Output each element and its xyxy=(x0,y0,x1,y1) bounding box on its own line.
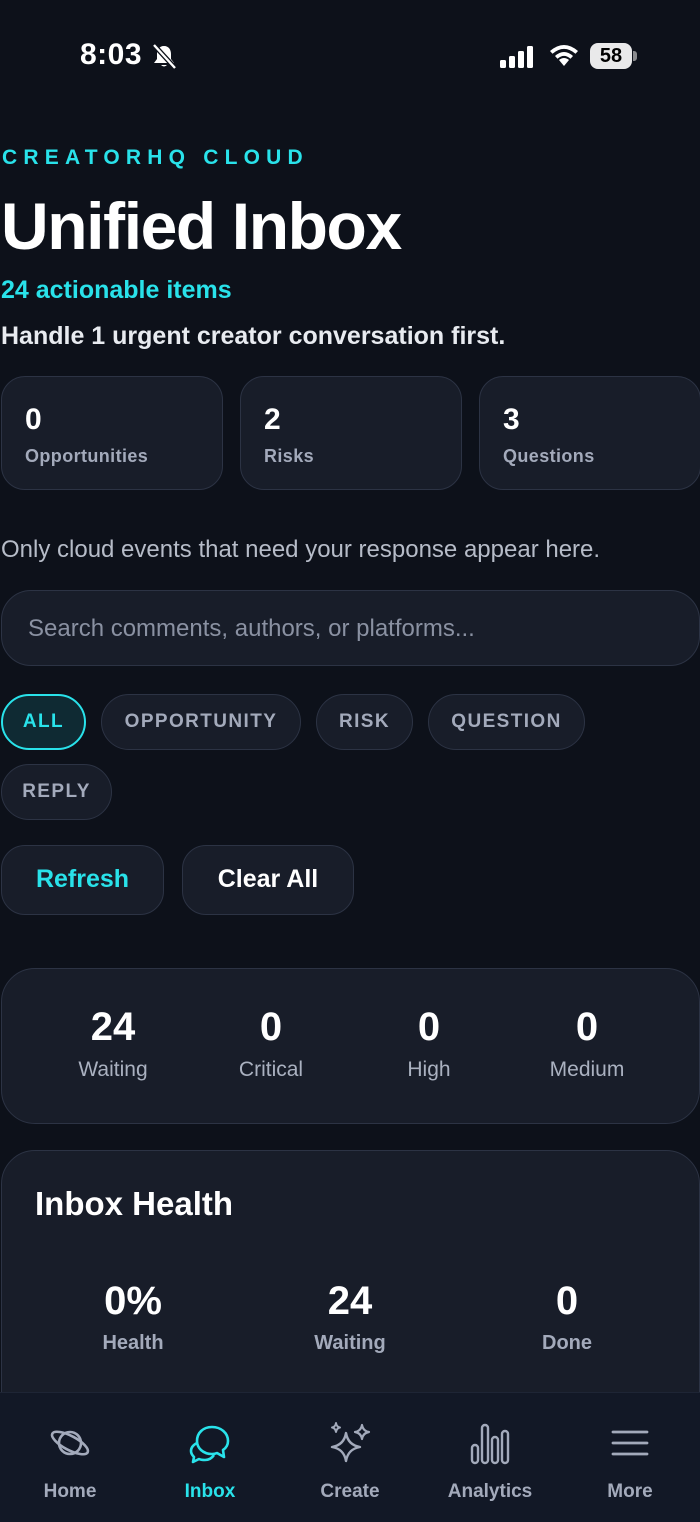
tab-analytics[interactable]: Analytics xyxy=(420,1393,560,1522)
stat-card-questions[interactable]: 3 Questions xyxy=(479,376,700,490)
search-placeholder: Search comments, authors, or platforms..… xyxy=(28,615,475,642)
health-label: Done xyxy=(542,1332,592,1354)
summary-value: 24 xyxy=(90,1005,136,1049)
tab-label: Inbox xyxy=(184,1481,236,1502)
bottom-tab-bar: Home Inbox Create Analytics More xyxy=(0,1392,700,1522)
filter-chip-risk[interactable]: RISK xyxy=(316,694,413,750)
summary-card: 24 Waiting 0 Critical 0 High 0 Medium xyxy=(1,968,700,1124)
bell-muted-icon xyxy=(152,43,177,70)
chat-bubbles-icon xyxy=(189,1425,230,1464)
actionable-count: 24 actionable items xyxy=(1,276,232,304)
battery-level: 58 xyxy=(590,43,632,69)
tab-more[interactable]: More xyxy=(560,1393,700,1522)
health-percentage: 0% Health xyxy=(53,1279,213,1355)
health-value: 24 xyxy=(327,1279,373,1323)
stat-value: 2 xyxy=(264,403,281,436)
page-title: Unified Inbox xyxy=(1,189,402,263)
summary-high: 0 High xyxy=(359,1005,499,1082)
stat-card-opportunities[interactable]: 0 Opportunities xyxy=(1,376,223,490)
filter-chip-question[interactable]: QUESTION xyxy=(428,694,585,750)
planet-icon xyxy=(50,1430,90,1456)
summary-value: 0 xyxy=(259,1005,283,1049)
filter-chip-all[interactable]: ALL xyxy=(1,694,86,750)
filter-chip-opportunity[interactable]: OPPORTUNITY xyxy=(101,694,301,750)
tab-label: Create xyxy=(320,1481,380,1502)
health-waiting: 24 Waiting xyxy=(270,1279,430,1355)
cellular-signal-icon xyxy=(500,46,533,68)
health-value: 0% xyxy=(104,1279,162,1323)
inbox-health-title: Inbox Health xyxy=(35,1185,234,1222)
summary-value: 0 xyxy=(575,1005,599,1049)
health-label: Waiting xyxy=(314,1332,386,1354)
notice-text: Only cloud events that need your respons… xyxy=(1,536,601,563)
search-input[interactable]: Search comments, authors, or platforms..… xyxy=(1,590,700,666)
status-bar: 8:03 58 xyxy=(0,0,700,110)
stat-card-risks[interactable]: 2 Risks xyxy=(240,376,462,490)
summary-medium: 0 Medium xyxy=(517,1005,657,1082)
summary-label: Medium xyxy=(549,1058,625,1081)
stat-value: 3 xyxy=(503,403,520,436)
summary-label: Waiting xyxy=(78,1058,148,1081)
summary-label: Critical xyxy=(238,1058,304,1081)
filter-chip-reply[interactable]: REPLY xyxy=(1,764,112,820)
tab-label: More xyxy=(607,1481,653,1502)
tab-label: Home xyxy=(43,1481,97,1502)
health-label: Health xyxy=(102,1332,164,1354)
stat-value: 0 xyxy=(25,403,42,436)
battery-indicator: 58 xyxy=(590,43,637,69)
refresh-button[interactable]: Refresh xyxy=(1,845,164,915)
stat-label: Opportunities xyxy=(25,446,149,466)
stat-label: Questions xyxy=(503,446,595,466)
clear-all-button[interactable]: Clear All xyxy=(182,845,354,915)
battery-tip xyxy=(633,51,637,61)
brand-label: CREATORHQ CLOUD xyxy=(2,146,309,169)
health-done: 0 Done xyxy=(487,1279,647,1355)
summary-value: 0 xyxy=(417,1005,441,1049)
sparkles-icon xyxy=(330,1422,371,1463)
summary-critical: 0 Critical xyxy=(201,1005,341,1082)
status-time: 8:03 xyxy=(80,38,143,71)
tab-label: Analytics xyxy=(447,1481,533,1502)
tab-inbox[interactable]: Inbox xyxy=(140,1393,280,1522)
bar-chart-icon xyxy=(470,1423,510,1465)
tab-home[interactable]: Home xyxy=(0,1393,140,1522)
stat-label: Risks xyxy=(264,446,315,466)
tab-create[interactable]: Create xyxy=(280,1393,420,1522)
urgent-message: Handle 1 urgent creator conversation fir… xyxy=(1,322,506,350)
summary-label: High xyxy=(407,1058,451,1081)
wifi-icon xyxy=(550,45,578,66)
menu-icon xyxy=(611,1430,649,1456)
health-value: 0 xyxy=(555,1279,579,1323)
summary-waiting: 24 Waiting xyxy=(43,1005,183,1082)
